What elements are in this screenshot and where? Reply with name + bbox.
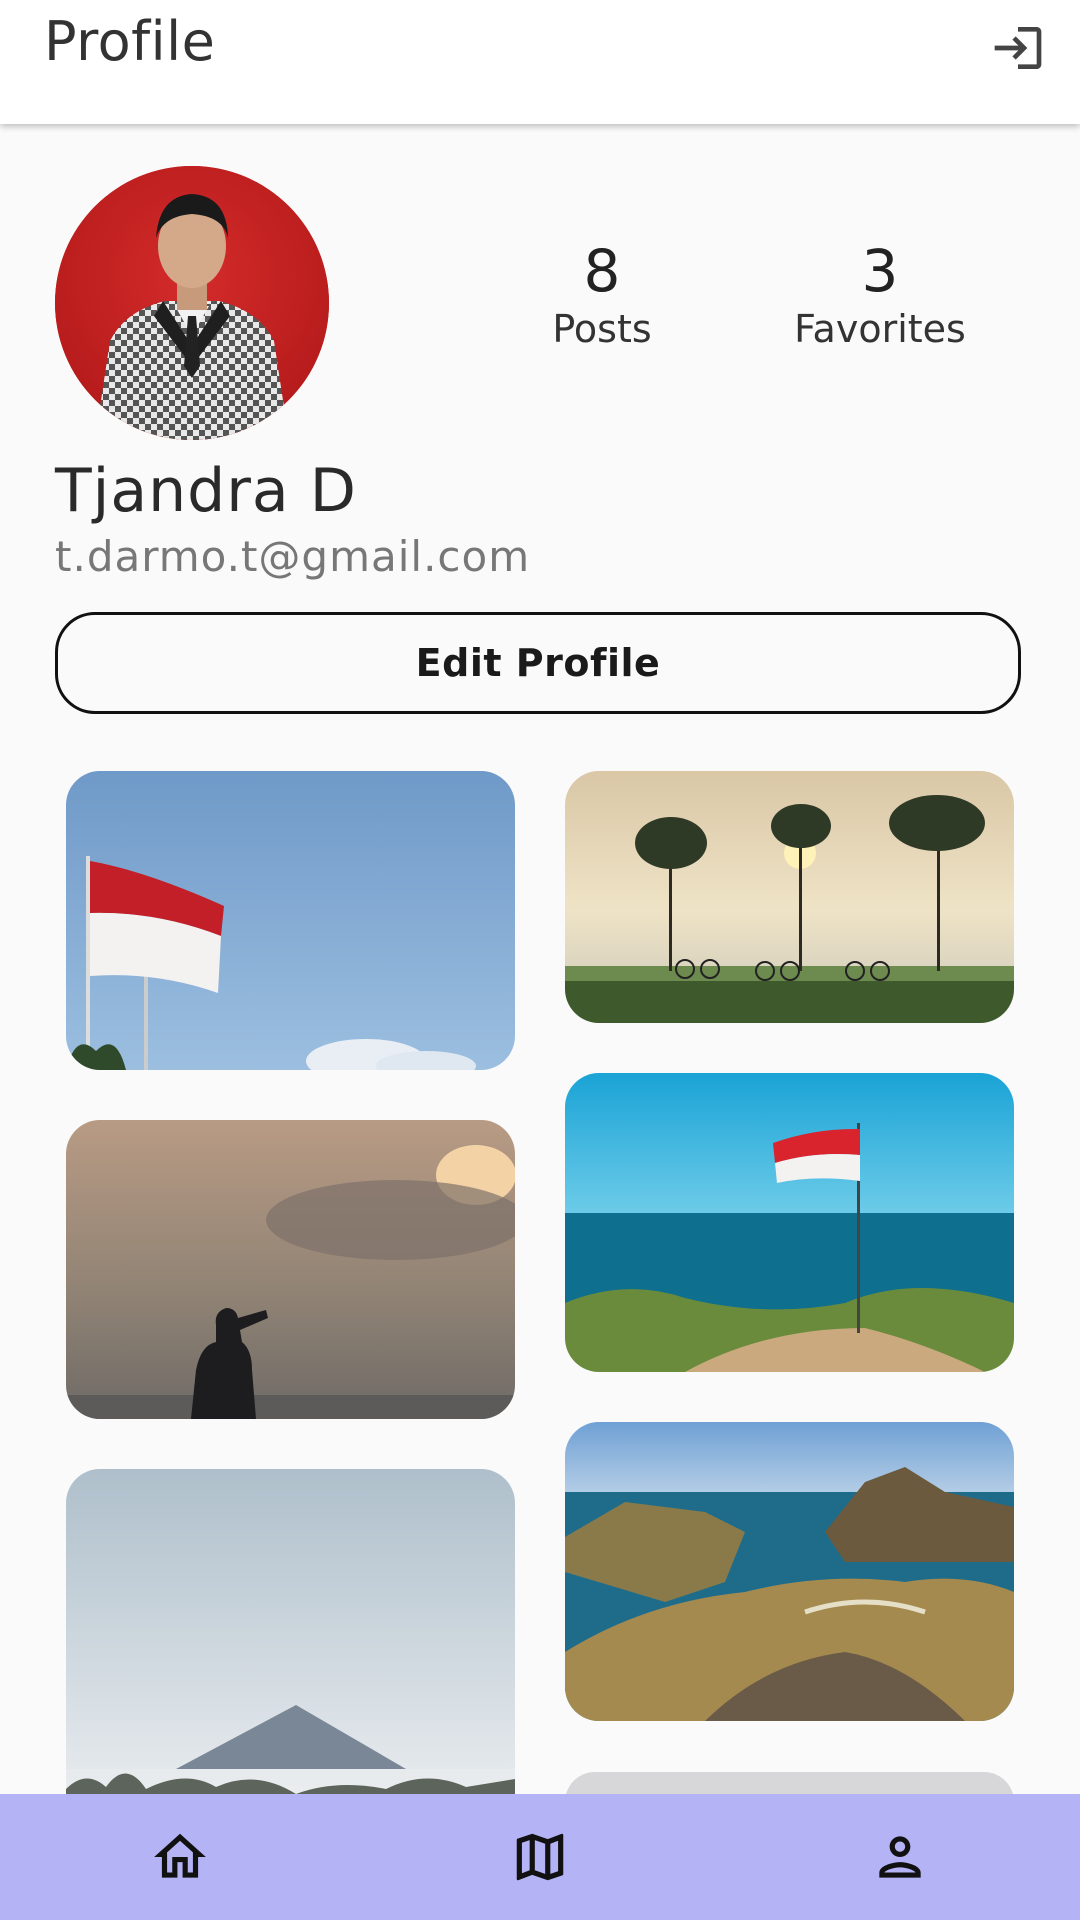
post-image-padar-island[interactable]	[565, 1422, 1014, 1721]
logout-button[interactable]	[986, 18, 1050, 78]
nav-profile[interactable]	[820, 1794, 980, 1920]
favorites-stat: 3 Favorites	[780, 237, 980, 351]
edit-profile-button[interactable]: Edit Profile	[55, 612, 1021, 714]
page-title: Profile	[44, 10, 216, 73]
profile-photo	[55, 166, 329, 440]
app-bar: Profile	[0, 0, 1080, 124]
avatar[interactable]	[55, 166, 329, 440]
person-icon	[879, 1836, 921, 1878]
post-image-cyclists-field[interactable]	[565, 771, 1014, 1023]
map-icon	[516, 1833, 564, 1881]
logout-icon	[994, 27, 1042, 69]
user-email: t.darmo.t@gmail.com	[55, 532, 531, 581]
nav-home[interactable]	[100, 1794, 260, 1920]
post-image-flag-coast[interactable]	[565, 1073, 1014, 1372]
home-icon	[154, 1833, 206, 1878]
posts-label: Posts	[552, 306, 652, 351]
post-image-flag-sky[interactable]	[66, 771, 515, 1070]
user-name: Tjandra D	[55, 456, 357, 526]
bottom-navigation-bar	[0, 1794, 1080, 1920]
posts-stat: 8 Posts	[520, 237, 684, 351]
posts-count: 8	[583, 237, 621, 305]
post-image-sunset-silhouette[interactable]	[66, 1120, 515, 1419]
nav-map[interactable]	[460, 1794, 620, 1920]
post-image-mountain-mist[interactable]	[66, 1469, 515, 1829]
favorites-count: 3	[861, 237, 899, 305]
favorites-label: Favorites	[794, 306, 966, 351]
